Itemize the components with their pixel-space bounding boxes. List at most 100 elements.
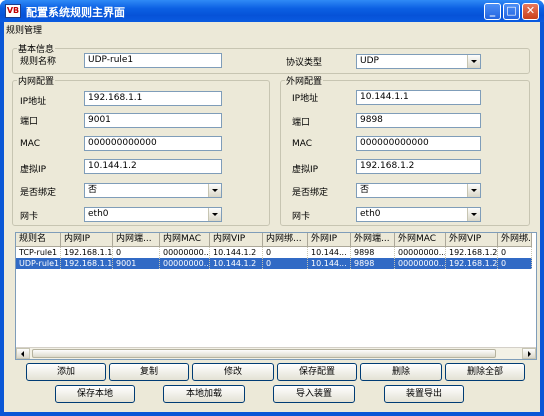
outer-ip-input[interactable]: 10.144.1.1: [356, 90, 481, 105]
inner-ip-label: IP地址: [20, 97, 47, 107]
save-local-button[interactable]: 保存本地: [55, 385, 135, 403]
protocol-label: 协议类型: [286, 58, 323, 68]
client-area: 规则管理 基本信息 规则名称 UDP-rule1 协议类型 UDP 内网配置 I…: [4, 22, 540, 412]
table-cell: TCP-rule1: [16, 247, 61, 258]
protocol-value: UDP: [360, 56, 379, 66]
menu-rule-management[interactable]: 规则管理: [6, 23, 42, 36]
protocol-select[interactable]: UDP: [356, 54, 481, 69]
outer-bind-value: 否: [360, 185, 370, 195]
save-config-button[interactable]: 保存配置: [277, 363, 357, 381]
table-row[interactable]: UDP-rule1 192.168.1.1 9001 00000000... 10.14…: [16, 258, 532, 269]
inner-ip-input[interactable]: 192.168.1.1: [84, 91, 222, 106]
outer-nic-select[interactable]: eth0: [356, 207, 481, 222]
copy-button[interactable]: 复制: [109, 363, 189, 381]
table-cell: 0: [263, 258, 308, 269]
load-local-button[interactable]: 本地加载: [163, 385, 245, 403]
window-title: 配置系统规则主界面: [26, 6, 125, 19]
scroll-thumb[interactable]: [32, 349, 496, 358]
inner-vip-input[interactable]: 10.144.1.2: [84, 159, 222, 174]
outer-nic-value: eth0: [360, 209, 381, 219]
chevron-down-icon[interactable]: [467, 55, 480, 68]
inner-port-input[interactable]: 9001: [84, 113, 222, 128]
menu-bar: 规则管理: [4, 22, 540, 36]
outer-vip-label: 虚拟IP: [292, 165, 319, 175]
table-cell: 192.168.1.1: [61, 247, 113, 258]
column-header[interactable]: 规则名: [16, 233, 61, 247]
delete-all-button[interactable]: 删除全部: [445, 363, 525, 381]
column-header[interactable]: 外网VIP: [446, 233, 498, 247]
scroll-right-icon[interactable]: [522, 348, 536, 359]
column-header[interactable]: 外网IP: [308, 233, 351, 247]
column-header[interactable]: 外网绑...: [498, 233, 532, 247]
chevron-down-icon[interactable]: [467, 184, 480, 197]
rule-name-input[interactable]: UDP-rule1: [84, 53, 222, 68]
column-header[interactable]: 内网IP: [61, 233, 113, 247]
inner-nic-select[interactable]: eth0: [84, 207, 222, 222]
inner-vip-label: 虚拟IP: [20, 165, 47, 175]
inner-bind-select[interactable]: 否: [84, 183, 222, 198]
outer-network-label: 外网配置: [285, 74, 324, 87]
table-cell: 192.168.1.1: [61, 258, 113, 269]
inner-bind-value: 否: [88, 185, 98, 195]
close-icon: ✕: [525, 4, 536, 17]
outer-nic-label: 网卡: [292, 212, 311, 222]
table-cell: 10.144...: [308, 258, 351, 269]
inner-mac-input[interactable]: 000000000000: [84, 136, 222, 151]
table-cell: 9898: [351, 258, 395, 269]
import-device-button[interactable]: 导入装置: [273, 385, 355, 403]
maximize-button[interactable]: □: [503, 3, 520, 20]
column-header[interactable]: 内网绑...: [263, 233, 308, 247]
chevron-down-icon[interactable]: [208, 208, 221, 221]
table-cell: 10.144...: [308, 247, 351, 258]
outer-mac-input[interactable]: 000000000000: [356, 136, 481, 151]
table-cell: 10.144.1.2: [210, 258, 263, 269]
table-cell: 00000000...: [160, 258, 210, 269]
minimize-icon: _: [489, 4, 496, 17]
column-header[interactable]: 内网端...: [113, 233, 160, 247]
table-cell: 9001: [113, 258, 160, 269]
outer-bind-select[interactable]: 否: [356, 183, 481, 198]
inner-port-label: 端口: [20, 117, 39, 127]
inner-mac-label: MAC: [20, 139, 41, 149]
add-button[interactable]: 添加: [26, 363, 106, 381]
table-cell: 192.168.1.2: [446, 258, 498, 269]
inner-nic-value: eth0: [88, 209, 109, 219]
table-cell: 00000000...: [395, 247, 446, 258]
table-cell: UDP-rule1: [16, 258, 61, 269]
table-cell: 0: [498, 247, 532, 258]
column-header[interactable]: 外网端...: [351, 233, 395, 247]
column-header[interactable]: 内网MAC: [160, 233, 210, 247]
table-row[interactable]: TCP-rule1 192.168.1.1 0 00000000... 10.144.1…: [16, 247, 532, 258]
column-header[interactable]: 内网VIP: [210, 233, 263, 247]
app-window: VB 配置系统规则主界面 _ □ ✕ 规则管理 基本信息 规则名称 UDP-ru…: [0, 0, 544, 416]
scroll-left-icon[interactable]: [16, 348, 30, 359]
rule-name-label: 规则名称: [20, 57, 57, 67]
table-cell: 9898: [351, 247, 395, 258]
close-button[interactable]: ✕: [522, 3, 539, 20]
table-header: 规则名 内网IP 内网端... 内网MAC 内网VIP 内网绑... 外网IP 外网端... 外…: [16, 233, 532, 247]
outer-port-label: 端口: [292, 118, 311, 128]
table-cell: 192.168.1.2: [446, 247, 498, 258]
table-cell: 0: [498, 258, 532, 269]
inner-network-label: 内网配置: [17, 74, 56, 87]
delete-button[interactable]: 删除: [360, 363, 442, 381]
chevron-down-icon[interactable]: [467, 208, 480, 221]
outer-port-input[interactable]: 9898: [356, 113, 481, 128]
horizontal-scrollbar[interactable]: [16, 347, 536, 359]
outer-vip-input[interactable]: 192.168.1.2: [356, 159, 481, 174]
app-icon: VB: [5, 4, 21, 18]
inner-bind-label: 是否绑定: [20, 188, 57, 198]
outer-ip-label: IP地址: [292, 94, 319, 104]
modify-button[interactable]: 修改: [192, 363, 274, 381]
export-device-button[interactable]: 装置导出: [384, 385, 464, 403]
rules-table[interactable]: 规则名 内网IP 内网端... 内网MAC 内网VIP 内网绑... 外网IP 外网端... 外…: [15, 232, 537, 360]
column-header[interactable]: 外网MAC: [395, 233, 446, 247]
table-cell: 00000000...: [395, 258, 446, 269]
outer-mac-label: MAC: [292, 139, 313, 149]
inner-nic-label: 网卡: [20, 212, 39, 222]
minimize-button[interactable]: _: [484, 3, 501, 20]
chevron-down-icon[interactable]: [208, 184, 221, 197]
title-bar[interactable]: VB 配置系统规则主界面 _ □ ✕: [0, 0, 544, 22]
maximize-icon: □: [506, 4, 517, 17]
table-cell: 00000000...: [160, 247, 210, 258]
